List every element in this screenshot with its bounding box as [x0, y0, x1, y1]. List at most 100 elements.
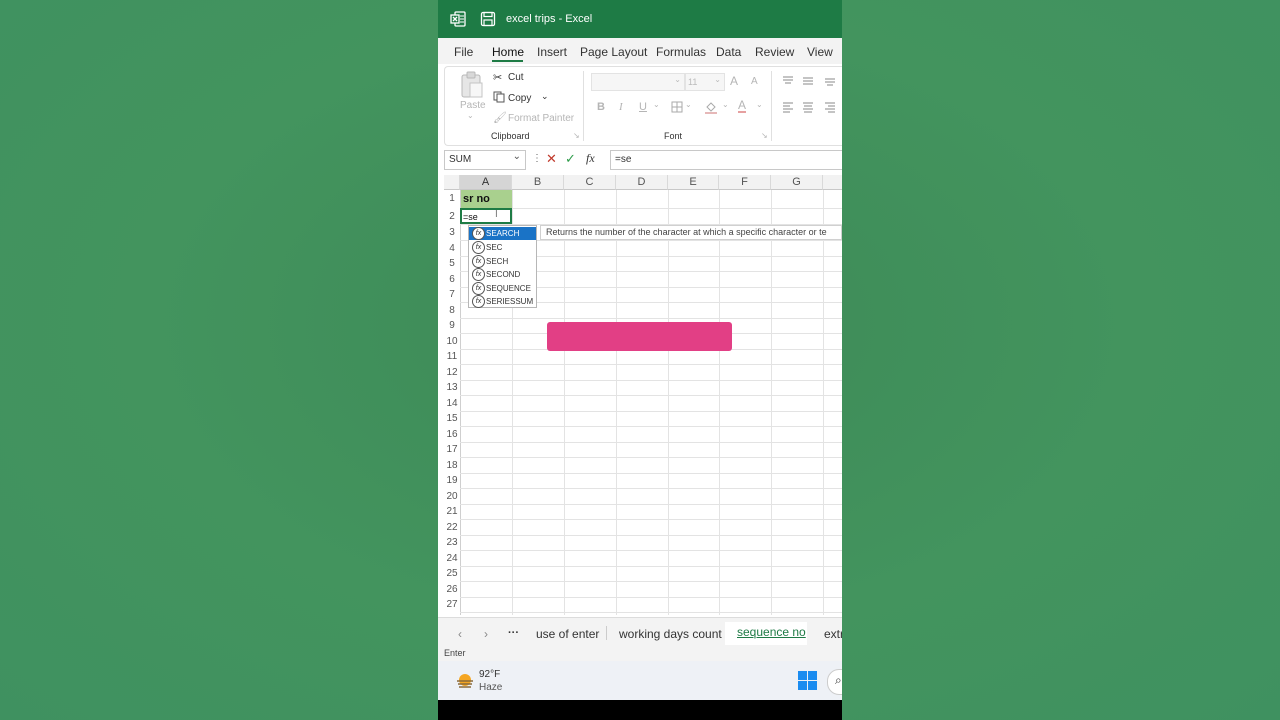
function-autocomplete-list[interactable]: fx SEARCH fx SEC fx SECH fx SECOND fx SE… [468, 225, 537, 308]
borders-icon[interactable] [671, 101, 683, 113]
autocomplete-item-seriessum[interactable]: fx SERIESSUM [469, 295, 536, 308]
fill-color-icon[interactable] [704, 100, 718, 114]
tab-view[interactable]: View [807, 45, 833, 59]
tab-data[interactable]: Data [716, 45, 741, 59]
sheet-tab-use-of-enter[interactable]: use of enter [536, 627, 599, 641]
column-header-h[interactable] [823, 175, 842, 190]
column-header-d[interactable]: D [616, 175, 668, 190]
paste-icon[interactable] [459, 71, 485, 99]
clipboard-launcher-icon[interactable]: ↘ [573, 131, 580, 140]
grow-font-button[interactable]: A [730, 74, 738, 88]
format-painter-button[interactable]: Format Painter [508, 113, 574, 124]
row-header-15[interactable]: 15 [444, 411, 460, 427]
tab-home[interactable]: Home [492, 45, 524, 59]
sheet-tab-extra[interactable]: extr [824, 627, 842, 641]
save-icon[interactable] [480, 11, 496, 27]
autocomplete-item-sequence[interactable]: fx SEQUENCE [469, 282, 536, 295]
row-header-6[interactable]: 6 [444, 272, 460, 288]
column-header-f[interactable]: F [719, 175, 771, 190]
tab-formulas[interactable]: Formulas [656, 45, 706, 59]
tab-file[interactable]: File [454, 45, 473, 59]
autocomplete-item-sech[interactable]: fx SECH [469, 255, 536, 268]
column-header-a[interactable]: A [460, 175, 512, 190]
sheet-tab-sequence-no[interactable]: sequence no [737, 625, 806, 639]
weather-temperature[interactable]: 92°F [479, 669, 500, 680]
underline-dropdown-icon[interactable]: ⌄ [653, 100, 660, 109]
formula-input[interactable]: =se [610, 150, 842, 170]
row-header-23[interactable]: 23 [444, 535, 460, 551]
copy-dropdown-icon[interactable]: ⌄ [541, 91, 549, 102]
row-header-14[interactable]: 14 [444, 396, 460, 412]
font-color-button[interactable]: A [738, 99, 747, 113]
weather-condition[interactable]: Haze [479, 682, 502, 693]
row-header-18[interactable]: 18 [444, 458, 460, 474]
row-header-10[interactable]: 10 [444, 334, 460, 350]
insert-function-icon[interactable]: fx [586, 151, 595, 166]
row-header-26[interactable]: 26 [444, 582, 460, 598]
column-header-b[interactable]: B [512, 175, 564, 190]
row-header-2[interactable]: 2 [444, 209, 460, 224]
row-header-1[interactable]: 1 [444, 190, 460, 208]
name-box[interactable]: SUM ⌄ [444, 150, 526, 170]
autocomplete-item-search[interactable]: fx SEARCH [469, 227, 536, 240]
search-button[interactable]: ⌕ [827, 669, 842, 695]
row-header-3[interactable]: 3 [444, 225, 460, 241]
tab-review[interactable]: Review [755, 45, 794, 59]
underline-button[interactable]: U [639, 101, 647, 113]
column-header-c[interactable]: C [564, 175, 616, 190]
row-header-12[interactable]: 12 [444, 365, 460, 381]
row-header-24[interactable]: 24 [444, 551, 460, 567]
sheet-tab-working-days-count[interactable]: working days count [619, 627, 722, 641]
paste-dropdown-icon[interactable]: ⌄ [467, 111, 474, 120]
tab-insert[interactable]: Insert [537, 45, 567, 59]
cut-icon[interactable]: ✂ [493, 71, 502, 84]
cancel-icon[interactable]: ✕ [546, 151, 557, 167]
select-all-corner[interactable] [444, 175, 460, 190]
row-header-8[interactable]: 8 [444, 303, 460, 319]
cell-a2-editing[interactable]: =se I [460, 208, 512, 224]
chevron-down-icon[interactable]: ⌄ [513, 151, 521, 162]
shrink-font-button[interactable]: A [751, 76, 758, 87]
row-header-13[interactable]: 13 [444, 380, 460, 396]
column-header-g[interactable]: G [771, 175, 823, 190]
autocomplete-item-sec[interactable]: fx SEC [469, 241, 536, 254]
scroll-right-icon[interactable]: › [484, 627, 488, 641]
row-header-7[interactable]: 7 [444, 287, 460, 303]
fill-color-dropdown-icon[interactable]: ⌄ [722, 100, 729, 109]
italic-button[interactable]: I [619, 101, 623, 113]
row-header-19[interactable]: 19 [444, 473, 460, 489]
font-launcher-icon[interactable]: ↘ [761, 131, 768, 140]
row-header-5[interactable]: 5 [444, 256, 460, 272]
row-header-16[interactable]: 16 [444, 427, 460, 443]
weather-haze-icon[interactable] [455, 671, 475, 691]
enter-icon[interactable]: ✓ [565, 151, 576, 167]
format-painter-icon[interactable]: 🖌 [493, 111, 507, 124]
row-header-22[interactable]: 22 [444, 520, 460, 536]
horizontal-align-icons[interactable] [781, 101, 841, 113]
row-header-4[interactable]: 4 [444, 241, 460, 257]
row-header-25[interactable]: 25 [444, 566, 460, 582]
cut-button[interactable]: Cut [508, 72, 524, 83]
font-size-combobox[interactable]: 11 ⌄ [685, 73, 725, 91]
more-options-icon[interactable]: ⋮ [532, 153, 542, 164]
paste-label[interactable]: Paste [460, 100, 486, 111]
autocomplete-item-second[interactable]: fx SECOND [469, 268, 536, 281]
row-header-11[interactable]: 11 [444, 349, 460, 365]
row-header-9[interactable]: 9 [444, 318, 460, 334]
bold-button[interactable]: B [597, 101, 605, 113]
borders-dropdown-icon[interactable]: ⌄ [685, 100, 692, 109]
more-sheets-icon[interactable]: ··· [508, 627, 519, 639]
scroll-left-icon[interactable]: ‹ [458, 627, 462, 641]
row-header-21[interactable]: 21 [444, 504, 460, 520]
copy-button[interactable]: Copy [508, 93, 531, 104]
row-header-17[interactable]: 17 [444, 442, 460, 458]
copy-icon[interactable] [493, 91, 505, 103]
tab-page-layout[interactable]: Page Layout [580, 45, 647, 59]
windows-start-icon[interactable] [798, 671, 817, 690]
vertical-align-icons[interactable] [781, 75, 841, 87]
font-name-combobox[interactable]: ⌄ [591, 73, 685, 91]
row-header-27[interactable]: 27 [444, 597, 460, 613]
font-color-dropdown-icon[interactable]: ⌄ [756, 100, 763, 109]
column-header-e[interactable]: E [668, 175, 719, 190]
row-header-20[interactable]: 20 [444, 489, 460, 505]
